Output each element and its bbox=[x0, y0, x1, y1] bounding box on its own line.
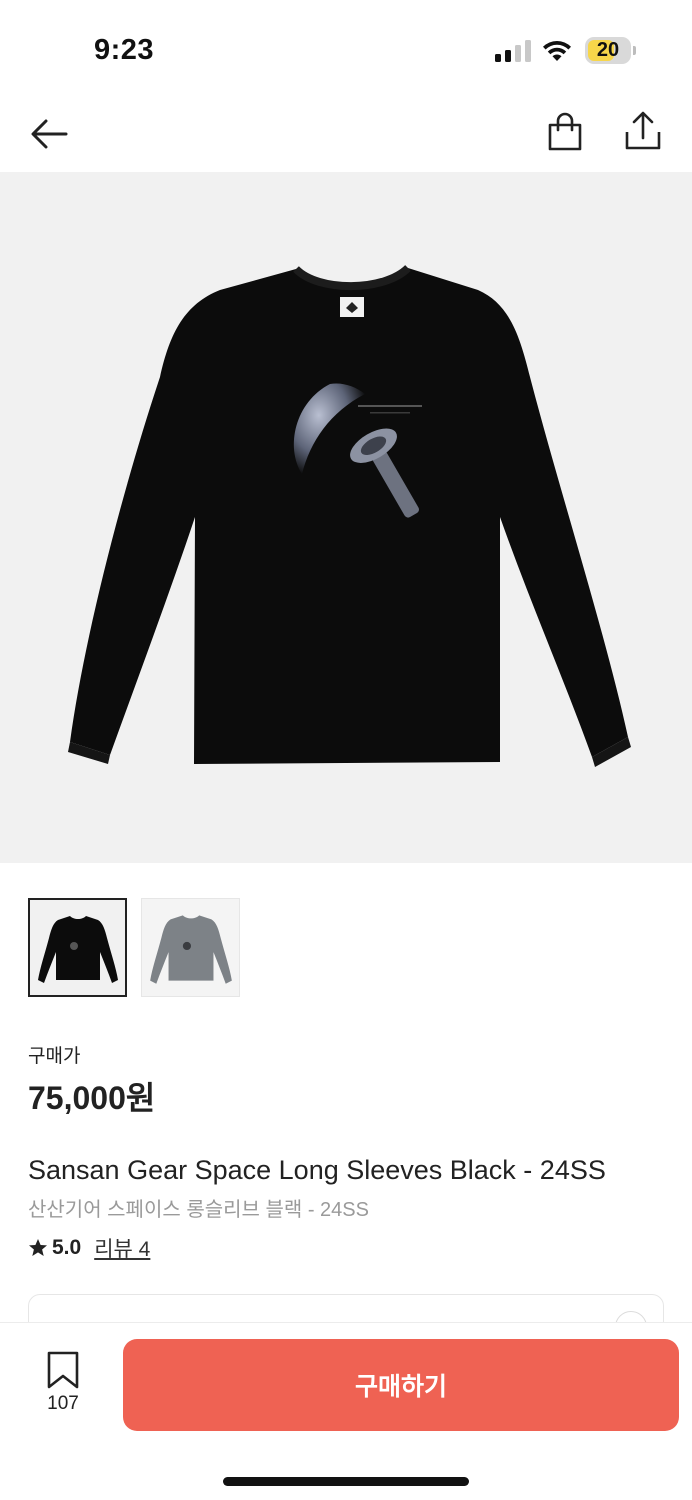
product-title-en: Sansan Gear Space Long Sleeves Black - 2… bbox=[28, 1155, 606, 1185]
bookmark-button[interactable]: 107 bbox=[40, 1351, 86, 1441]
arrow-left-icon[interactable] bbox=[28, 112, 72, 156]
price-label: 구매가 bbox=[28, 1046, 81, 1067]
thumbnail-black-image bbox=[38, 916, 118, 983]
bottom-action-bar: 107 구매하기 bbox=[0, 1322, 692, 1500]
share-icon[interactable] bbox=[622, 110, 664, 152]
product-image[interactable] bbox=[0, 172, 692, 863]
thumbnail-gray-image bbox=[150, 915, 232, 984]
thumbnail-gray[interactable] bbox=[141, 898, 240, 997]
review-link[interactable]: 리뷰 4 bbox=[94, 1233, 150, 1263]
buy-button[interactable]: 구매하기 bbox=[123, 1339, 679, 1431]
tshirt-illustration bbox=[68, 264, 631, 767]
rating-score: 5.0 bbox=[52, 1236, 82, 1259]
top-nav bbox=[0, 96, 692, 172]
product-title-ko: 산산기어 스페이스 롱슬리브 블랙 - 24SS bbox=[28, 1199, 369, 1221]
wifi-icon bbox=[543, 41, 571, 61]
home-indicator bbox=[223, 1477, 469, 1486]
bookmark-icon bbox=[47, 1351, 79, 1389]
battery-level: 20 bbox=[596, 39, 620, 61]
battery-indicator: 20 bbox=[585, 37, 631, 64]
status-time: 9:23 bbox=[94, 34, 155, 66]
battery-tip bbox=[633, 46, 636, 55]
bookmark-count: 107 bbox=[47, 1393, 79, 1414]
status-bar: 9:23 20 bbox=[0, 0, 692, 96]
star-icon bbox=[29, 1239, 47, 1256]
product-price: 75,000원 bbox=[28, 1080, 156, 1116]
thumbnail-black[interactable] bbox=[28, 898, 127, 997]
shopping-bag-icon[interactable] bbox=[545, 112, 585, 152]
cellular-signal-icon bbox=[495, 40, 531, 62]
rating-row: 5.0 리뷰 4 bbox=[28, 1234, 150, 1262]
